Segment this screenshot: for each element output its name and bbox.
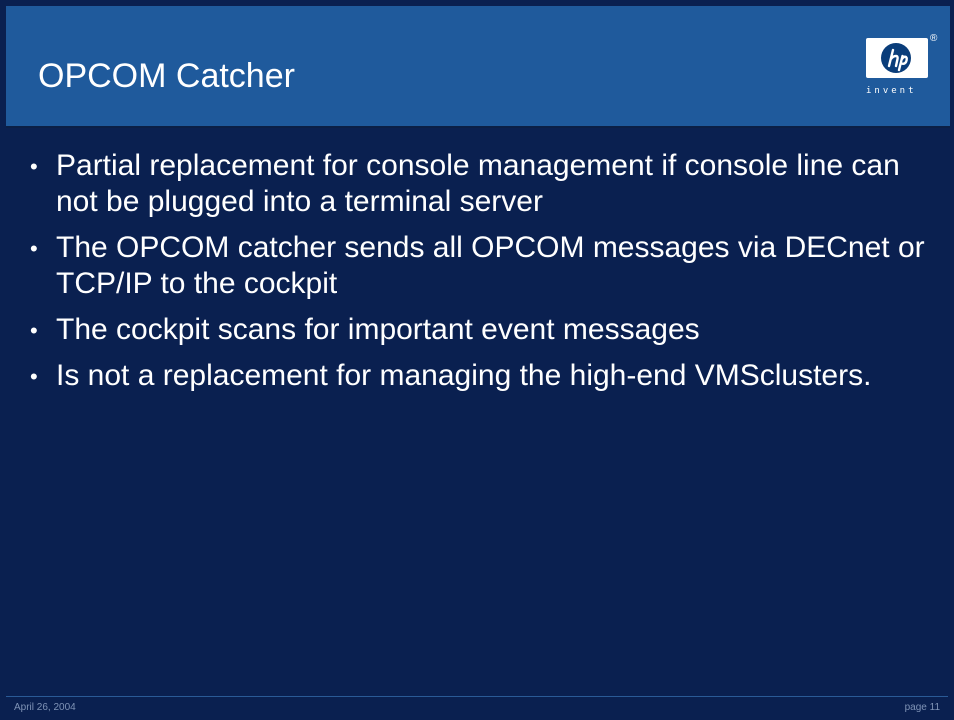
bullet-dot-icon: •	[30, 154, 38, 179]
slide: OPCOM Catcher ® invent • Partial replace…	[0, 0, 954, 720]
bullet-text: The OPCOM catcher sends all OPCOM messag…	[56, 231, 925, 300]
bullet-item: • The OPCOM catcher sends all OPCOM mess…	[20, 230, 930, 302]
registered-mark: ®	[930, 33, 938, 44]
bullet-text: Is not a replacement for managing the hi…	[56, 359, 872, 392]
bullet-text: The cockpit scans for important event me…	[56, 313, 700, 346]
hp-logo-icon	[881, 43, 911, 73]
hp-logo-tagline: invent	[866, 86, 917, 96]
footer-date: April 26, 2004	[14, 702, 76, 713]
bullet-item: • Is not a replacement for managing the …	[20, 358, 930, 394]
bullet-dot-icon: •	[30, 318, 38, 343]
hp-logo: ® invent	[866, 34, 944, 108]
bullet-item: • The cockpit scans for important event …	[20, 312, 930, 348]
footer-page-number: page 11	[904, 702, 940, 713]
bullet-list: • Partial replacement for console manage…	[20, 148, 930, 404]
bullet-dot-icon: •	[30, 364, 38, 389]
bullet-text: Partial replacement for console manageme…	[56, 149, 900, 218]
bullet-item: • Partial replacement for console manage…	[20, 148, 930, 220]
slide-title: OPCOM Catcher	[38, 57, 295, 95]
bullet-dot-icon: •	[30, 236, 38, 261]
footer-divider	[6, 696, 948, 697]
slide-header: OPCOM Catcher ® invent	[6, 6, 950, 128]
hp-logo-box	[866, 38, 928, 78]
